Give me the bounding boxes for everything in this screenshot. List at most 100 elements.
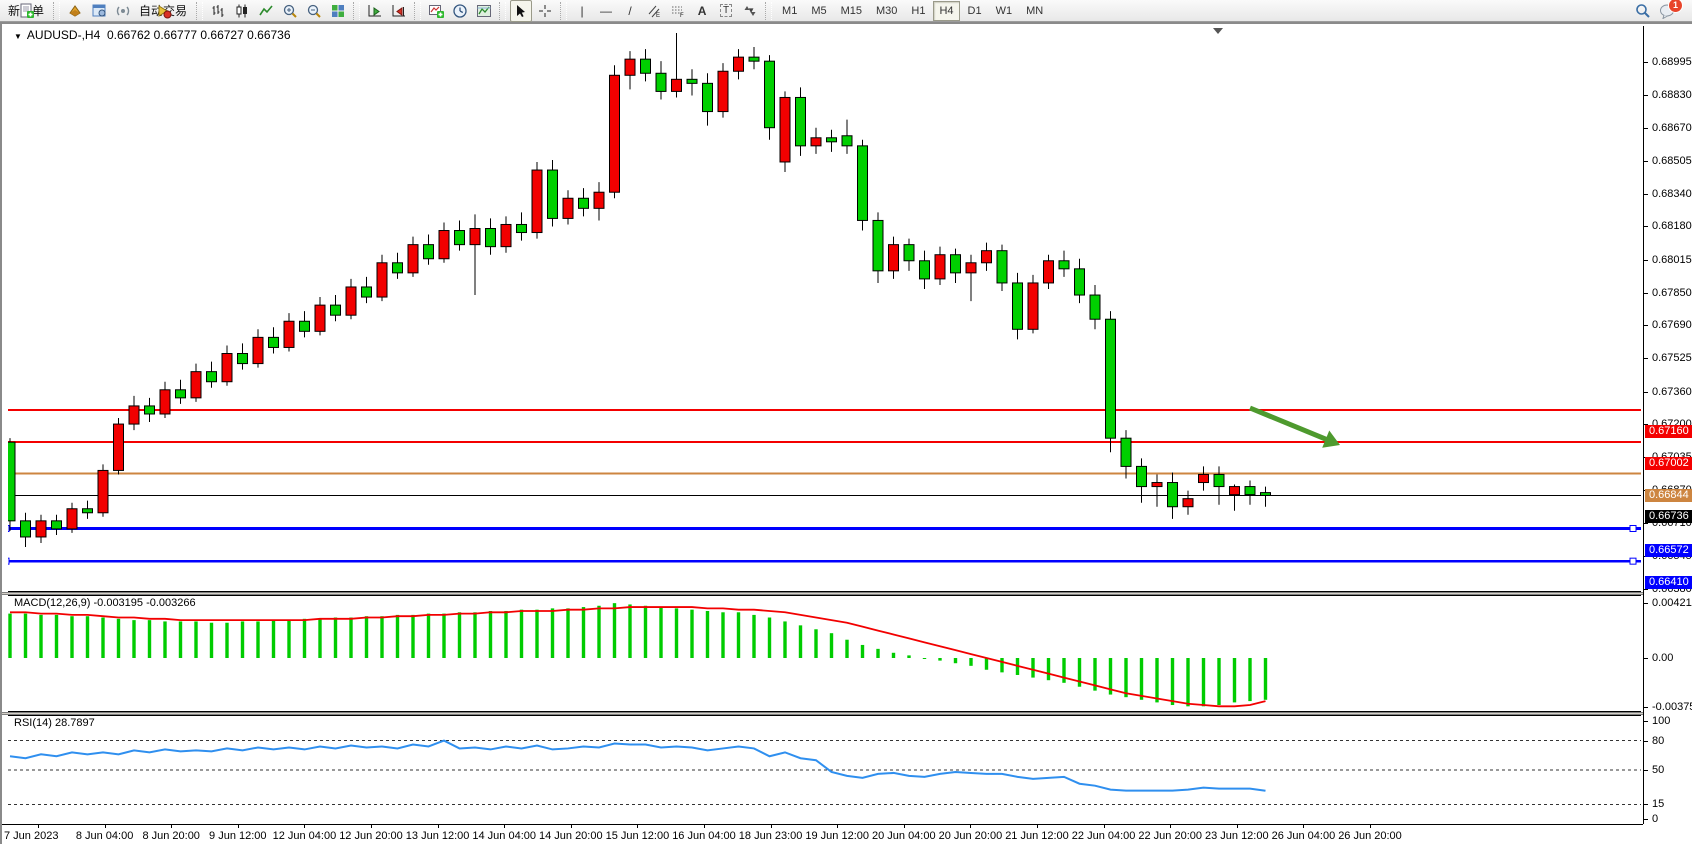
macd-bar [24,614,27,658]
time-tick [1104,825,1105,828]
text-label-tool-button[interactable]: T [715,0,737,22]
time-tick [771,825,772,828]
price-tick [1644,358,1648,359]
timeframe-h4-button[interactable]: H4 [933,1,959,21]
bar-chart-button[interactable] [207,0,229,22]
time-label: 19 Jun 12:00 [805,830,869,842]
indicators-button[interactable]: ▼ [425,0,447,22]
candle [1044,261,1054,283]
macd-pane[interactable] [8,595,1643,712]
price-line-label-0.66736: 0.66736 [1645,510,1692,523]
auto-trading-icon [156,3,172,19]
metaeditor-button[interactable] [64,0,86,22]
auto-trading-button[interactable]: 自动交易 [136,0,192,22]
macd-bar [1047,658,1050,680]
zoom-in-button[interactable] [279,0,301,22]
price-line-label-0.66844: 0.66844 [1645,489,1692,502]
macd-bar [907,655,910,658]
candle [315,305,325,331]
search-button[interactable] [1632,0,1654,22]
line-handle[interactable] [8,526,9,532]
price-tick-label: 0.68015 [1652,254,1692,266]
trendline-tool-button[interactable]: / [619,0,641,22]
new-order-button[interactable]: 新订单 [5,0,49,22]
macd-bar [86,616,89,658]
macd-bar [752,615,755,658]
horizontal-line-tool-button[interactable]: — [595,0,617,22]
chart-shift-button[interactable] [388,0,410,22]
timeframe-m15-button[interactable]: M15 [835,1,868,21]
candle [486,229,496,247]
line-handle[interactable] [1630,526,1636,532]
tile-windows-button[interactable] [327,0,349,22]
arrows-tool-button[interactable]: ▼ [739,0,761,22]
price-tick [1644,260,1648,261]
price-tick-label: 0.68340 [1652,188,1692,200]
timeframe-m5-button[interactable]: M5 [805,1,832,21]
auto-scroll-button[interactable] [364,0,386,22]
candlestick-button[interactable] [231,0,253,22]
ohlc-low: 0.66727 [200,28,243,42]
candle [238,354,248,364]
price-axis[interactable]: 0.689950.688300.686700.685050.683400.681… [1643,26,1692,824]
time-tick [571,825,572,828]
cursor-tool-button[interactable] [510,0,532,22]
candle [858,146,868,221]
crosshair-tool-button[interactable] [534,0,556,22]
macd-bar [334,618,337,658]
crosshair-icon [538,4,552,18]
toolbar-separator [414,2,421,20]
macd-bar [396,615,399,658]
periods-button[interactable]: ▼ [449,0,471,22]
candle [951,255,961,273]
price-tick [1644,325,1648,326]
zoom-out-button[interactable] [303,0,325,22]
macd-bar [954,658,957,663]
macd-bar [985,658,988,670]
notifications-button[interactable]: 1 [1656,0,1678,22]
time-axis[interactable]: 7 Jun 20238 Jun 04:008 Jun 20:009 Jun 12… [2,824,1643,844]
candle [594,192,604,208]
line-chart-button[interactable] [255,0,277,22]
macd-bar [272,620,275,658]
rsi-pane[interactable] [8,715,1643,824]
macd-bar [783,621,786,658]
candle [1230,487,1240,495]
time-tick [304,825,305,828]
macd-bar [768,618,771,658]
candle [765,61,775,128]
channel-tool-button[interactable]: E [643,0,665,22]
macd-bar [830,633,833,658]
signals-button[interactable] [112,0,134,22]
macd-bar [489,611,492,658]
macd-bar [644,606,647,658]
timeframe-d1-button[interactable]: D1 [962,1,988,21]
collapse-triangle-icon[interactable]: ▼ [14,32,22,41]
main-chart-pane[interactable] [8,26,1643,592]
price-tick [1644,293,1648,294]
line-handle[interactable] [8,558,9,564]
macd-bar [582,607,585,658]
timeframe-m1-button[interactable]: M1 [776,1,803,21]
vertical-line-tool-button[interactable]: | [571,0,593,22]
clock-icon [452,3,468,19]
price-tick [1644,161,1648,162]
price-tick-label: 0.67360 [1652,386,1692,398]
line-handle[interactable] [1630,558,1636,564]
fibonacci-tool-button[interactable]: F [667,0,689,22]
timeframe-h1-button[interactable]: H1 [905,1,931,21]
macd-bar [799,625,802,658]
time-label: 15 Jun 12:00 [606,830,670,842]
timeframe-w1-button[interactable]: W1 [990,1,1019,21]
candle [1121,438,1131,466]
macd-bar [690,610,693,658]
text-tool-button[interactable]: A [691,0,713,22]
price-tick-label: 0.67525 [1652,352,1692,364]
macd-bar [1264,658,1267,700]
market-watch-button[interactable] [88,0,110,22]
templates-button[interactable]: ▼ [473,0,495,22]
timeframe-m30-button[interactable]: M30 [870,1,903,21]
candle [129,406,139,424]
macd-bar [1000,658,1003,672]
timeframe-mn-button[interactable]: MN [1020,1,1049,21]
